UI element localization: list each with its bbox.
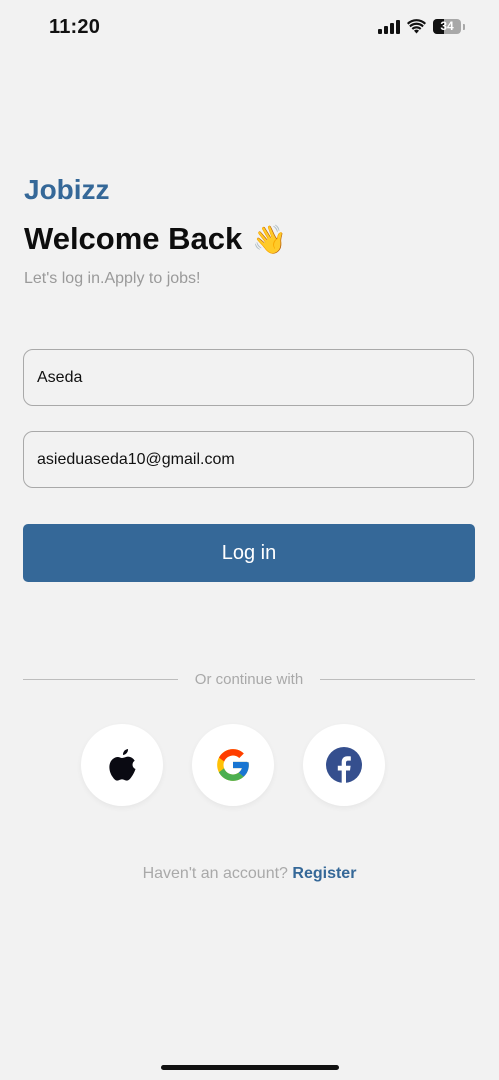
register-link[interactable]: Register — [292, 865, 356, 882]
status-icons: 34 — [378, 19, 465, 34]
battery-icon: 34 — [433, 19, 461, 34]
home-indicator[interactable] — [161, 1065, 339, 1070]
apple-icon — [109, 749, 136, 781]
social-divider: Or continue with — [23, 668, 475, 692]
register-prompt: Haven't an account? Register — [0, 865, 499, 883]
wifi-icon — [407, 19, 426, 34]
page-title: Welcome Back 👋 — [24, 221, 287, 257]
divider-line-right — [320, 679, 475, 680]
status-bar: 11:20 34 — [0, 0, 499, 56]
facebook-login-button[interactable] — [303, 724, 385, 806]
email-field[interactable]: asieduaseda10@gmail.com — [23, 431, 474, 488]
login-button[interactable]: Log in — [23, 524, 475, 582]
battery-level: 34 — [440, 19, 454, 33]
facebook-icon — [326, 747, 362, 783]
page-subtitle: Let's log in.Apply to jobs! — [24, 270, 201, 287]
brand-name: Jobizz — [24, 174, 110, 205]
google-icon — [217, 749, 249, 781]
email-value[interactable]: asieduaseda10@gmail.com — [37, 451, 235, 469]
username-value[interactable]: Aseda — [37, 369, 82, 387]
register-prompt-text: Haven't an account? — [142, 865, 288, 882]
signal-icon — [378, 19, 400, 34]
page-title-text: Welcome Back — [24, 221, 243, 256]
status-time: 11:20 — [49, 16, 101, 38]
google-login-button[interactable] — [192, 724, 274, 806]
waving-hand-emoji: 👋 — [252, 223, 288, 255]
username-field[interactable]: Aseda — [23, 349, 474, 406]
apple-login-button[interactable] — [81, 724, 163, 806]
